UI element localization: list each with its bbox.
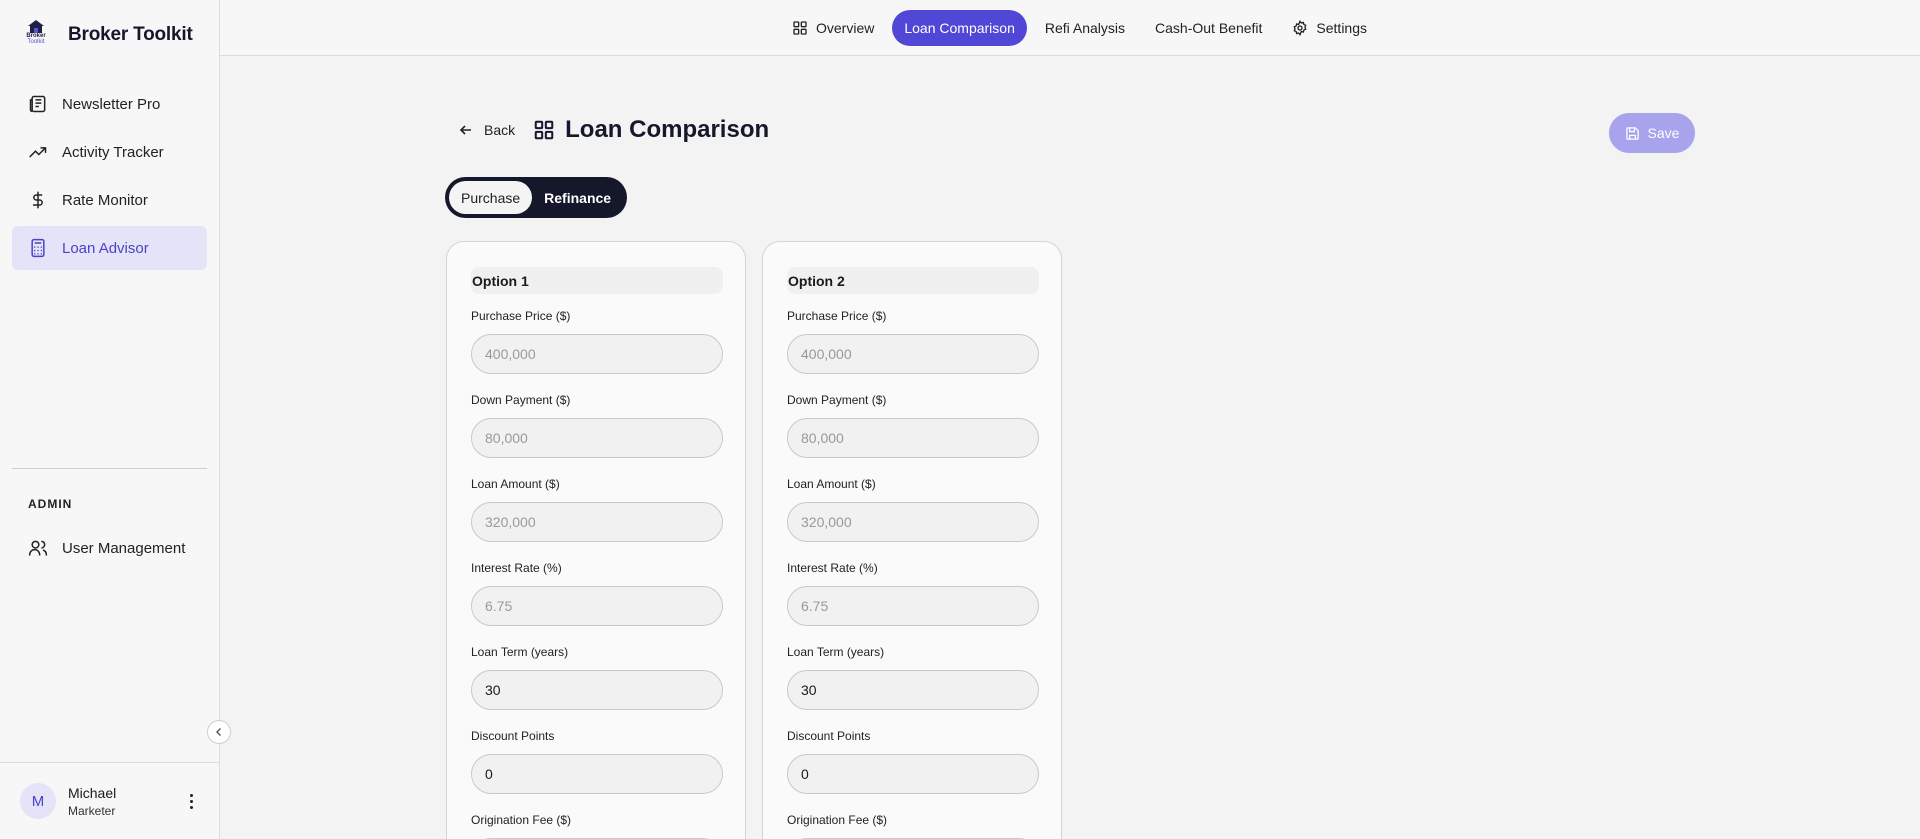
origination-fee-label: Origination Fee ($) [471,813,572,827]
tab-loan-comparison[interactable]: Loan Comparison [892,10,1027,46]
purchase-price-label: Purchase Price ($) [787,309,887,323]
logo-subtext: Toolkit [27,39,45,45]
tab-label: Refi Analysis [1044,20,1126,36]
option-card-2: Option 2 Purchase Price ($) 400,000 Down… [762,241,1062,839]
sidebar-item-rate-monitor[interactable]: Rate Monitor [12,178,207,222]
brand[interactable]: Broker Toolkit Broker Toolkit [22,20,193,50]
sidebar-item-label: Loan Advisor [62,239,149,257]
top-nav-bar: Overview Loan Comparison Refi Analysis C… [220,0,1920,56]
purchase-refinance-toggle: Purchase Refinance [445,177,628,218]
loan-amount-label: Loan Amount ($) [787,477,876,491]
tab-overview[interactable]: Overview [780,10,886,46]
grid-icon [534,120,554,140]
toggle-option-refinance[interactable]: Refinance [532,181,623,214]
discount-points-label: Discount Points [471,729,555,743]
loan-term-label: Loan Term (years) [787,645,885,659]
collapse-sidebar-button[interactable] [207,720,231,744]
tab-bar: Overview Loan Comparison Refi Analysis C… [780,10,1379,46]
loan-term-input[interactable]: 30 [787,670,1039,710]
user-name: Michael [68,785,117,801]
loan-term-input[interactable]: 30 [471,670,723,710]
loan-amount-label: Loan Amount ($) [471,477,560,491]
tab-refi-analysis[interactable]: Refi Analysis [1033,10,1137,46]
sidebar-item-label: Newsletter Pro [62,95,161,113]
sidebar-item-newsletter-pro[interactable]: Newsletter Pro [12,82,207,126]
interest-rate-label: Interest Rate (%) [471,561,562,575]
down-payment-label: Down Payment ($) [471,393,571,407]
discount-points-input[interactable]: 0 [471,754,723,794]
purchase-price-input[interactable]: 400,000 [787,334,1039,374]
gear-icon [1293,20,1307,36]
save-label: Save [1647,125,1680,141]
sidebar-item-user-management[interactable]: User Management [12,526,207,570]
interest-rate-input[interactable]: 6.75 [787,586,1039,626]
sidebar-item-activity-tracker[interactable]: Activity Tracker [12,130,207,174]
save-icon [1625,126,1639,140]
option-title: Option 2 [787,267,1039,294]
down-payment-input[interactable]: 80,000 [787,418,1039,458]
interest-rate-input[interactable]: 6.75 [471,586,723,626]
sidebar: Broker Toolkit Broker Toolkit Newsletter… [0,0,220,839]
user-role: Marketer [68,804,116,818]
user-profile: M Michael Marketer [0,762,220,839]
admin-section-label: ADMIN [28,497,73,511]
loan-amount-input[interactable]: 320,000 [471,502,723,542]
back-button[interactable]: Back [458,122,515,138]
loan-amount-input[interactable]: 320,000 [787,502,1039,542]
tab-label: Cash-Out Benefit [1155,20,1263,36]
back-label: Back [484,122,516,138]
users-icon [28,540,48,556]
purchase-price-input[interactable]: 400,000 [471,334,723,374]
trending-up-icon [29,147,47,158]
sidebar-nav: Newsletter Pro Activity Tracker Rate Mon… [12,82,207,274]
toggle-option-purchase[interactable]: Purchase [449,181,533,214]
arrow-left-icon [459,125,471,135]
option-card-1: Option 1 Purchase Price ($) 400,000 Down… [446,241,746,839]
tab-label: Loan Comparison [904,20,1015,36]
sidebar-divider [12,468,207,469]
more-vertical-icon[interactable] [186,789,196,813]
discount-points-label: Discount Points [787,729,871,743]
avatar[interactable]: M [20,783,56,819]
save-button[interactable]: Save [1609,113,1695,153]
origination-fee-label: Origination Fee ($) [787,813,888,827]
admin-nav: User Management [12,526,207,574]
dollar-icon [33,191,43,209]
sidebar-item-label: Rate Monitor [62,191,148,209]
discount-points-input[interactable]: 0 [787,754,1039,794]
grid-icon [793,21,807,35]
chevron-left-icon [216,728,221,736]
down-payment-label: Down Payment ($) [787,393,887,407]
purchase-price-label: Purchase Price ($) [471,309,571,323]
page-header: Back Loan Comparison [458,116,769,144]
sidebar-item-loan-advisor[interactable]: Loan Advisor [12,226,207,270]
down-payment-input[interactable]: 80,000 [471,418,723,458]
tab-cash-out-benefit[interactable]: Cash-Out Benefit [1143,10,1274,46]
page-title: Loan Comparison [565,116,770,143]
house-icon [28,20,44,33]
option-title: Option 1 [471,267,723,294]
sidebar-item-label: User Management [62,539,186,557]
brand-name: Broker Toolkit [68,24,193,45]
tab-settings[interactable]: Settings [1280,10,1379,46]
loan-term-label: Loan Term (years) [471,645,569,659]
brand-logo: Broker Toolkit [22,20,50,50]
calculator-icon [31,238,45,258]
tab-label: Settings [1316,20,1368,36]
newspaper-icon [29,95,46,113]
interest-rate-label: Interest Rate (%) [787,561,878,575]
tab-label: Overview [816,20,875,36]
sidebar-item-label: Activity Tracker [62,143,164,161]
